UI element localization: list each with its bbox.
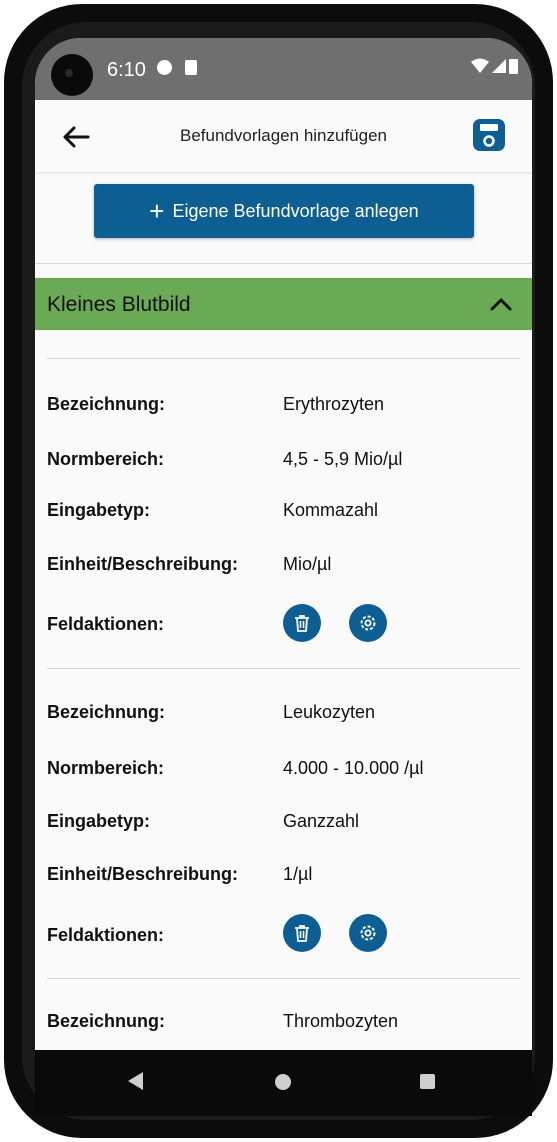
wifi-icon bbox=[471, 58, 489, 73]
system-nav-bar bbox=[35, 1050, 532, 1116]
delete-field-button[interactable] bbox=[283, 604, 321, 642]
label-field-actions: Feldaktionen: bbox=[47, 614, 165, 634]
value-input-type: Ganzzahl bbox=[283, 811, 360, 831]
value-range: 4.000 - 10.000 /µl bbox=[283, 758, 424, 778]
gear-icon bbox=[360, 925, 376, 941]
section-header-kleines-blutbild[interactable]: Kleines Blutbild bbox=[35, 278, 532, 330]
status-bar: 6:10 bbox=[35, 38, 532, 100]
label-input-type: Eingabetyp: bbox=[47, 500, 151, 520]
label-input-type: Eingabetyp: bbox=[47, 811, 151, 831]
delete-field-button[interactable] bbox=[283, 914, 321, 952]
section-title: Kleines Blutbild bbox=[47, 293, 191, 316]
label-name: Bezeichnung: bbox=[47, 394, 166, 414]
app-screen: 6:10 Befundvorlagen hinzufügen + Eigene … bbox=[35, 38, 532, 1110]
label-range: Normbereich: bbox=[47, 449, 165, 469]
value-input-type: Kommazahl bbox=[283, 500, 379, 520]
value-unit: Mio/µl bbox=[283, 554, 332, 574]
gear-icon bbox=[360, 615, 376, 631]
status-time: 6:10 bbox=[107, 59, 146, 81]
nav-back-icon[interactable] bbox=[128, 1072, 143, 1090]
label-range: Normbereich: bbox=[47, 758, 165, 778]
label-field-actions: Feldaktionen: bbox=[47, 925, 165, 945]
label-unit: Einheit/Beschreibung: bbox=[47, 554, 239, 574]
divider bbox=[47, 978, 520, 979]
nav-home-icon[interactable] bbox=[275, 1074, 291, 1090]
page-title: Befundvorlagen hinzufügen bbox=[180, 126, 387, 145]
value-range: 4,5 - 5,9 Mio/µl bbox=[283, 449, 403, 469]
label-name: Bezeichnung: bbox=[47, 1011, 166, 1031]
status-icons bbox=[471, 58, 518, 74]
trash-icon bbox=[295, 925, 309, 942]
divider bbox=[47, 668, 520, 669]
divider bbox=[47, 358, 520, 359]
value-name: Leukozyten bbox=[283, 702, 376, 722]
add-own-template-label: Eigene Befundvorlage anlegen bbox=[172, 200, 419, 221]
field-settings-button[interactable] bbox=[349, 604, 387, 642]
chevron-up-icon[interactable] bbox=[489, 295, 513, 313]
battery-icon bbox=[509, 59, 518, 74]
value-name: Erythrozyten bbox=[283, 394, 385, 414]
field-settings-button[interactable] bbox=[349, 914, 387, 952]
value-name: Thrombozyten bbox=[283, 1011, 399, 1031]
add-own-template-button[interactable]: + Eigene Befundvorlage anlegen bbox=[94, 184, 474, 238]
divider bbox=[35, 263, 532, 264]
signal-icon bbox=[492, 59, 506, 73]
plus-icon: + bbox=[149, 196, 165, 226]
trash-icon bbox=[295, 615, 309, 632]
label-unit: Einheit/Beschreibung: bbox=[47, 864, 239, 884]
camera-icon bbox=[51, 54, 93, 96]
save-icon[interactable] bbox=[472, 118, 506, 152]
sd-card-icon bbox=[185, 60, 197, 75]
label-name: Bezeichnung: bbox=[47, 702, 166, 722]
notification-icon bbox=[157, 60, 172, 75]
app-bar: Befundvorlagen hinzufügen bbox=[35, 100, 532, 172]
nav-recents-icon[interactable] bbox=[420, 1074, 435, 1089]
value-unit: 1/µl bbox=[283, 864, 313, 884]
